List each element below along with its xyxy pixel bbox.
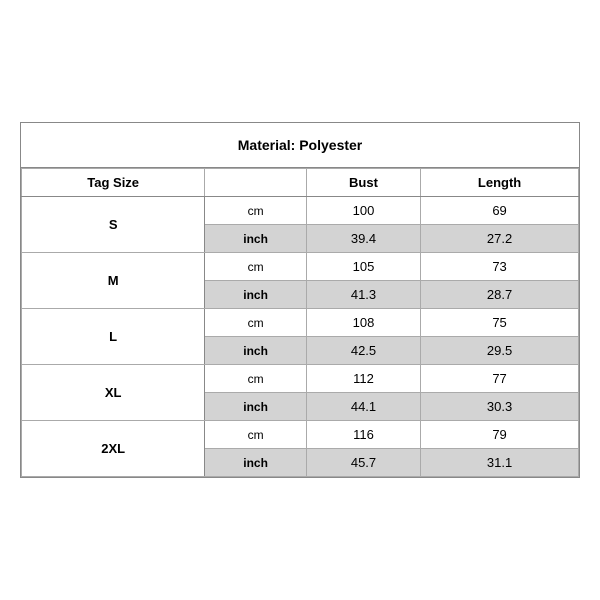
header-tag-size: Tag Size — [22, 169, 205, 197]
tag-size-cell: S — [22, 197, 205, 253]
tag-size-cell: 2XL — [22, 421, 205, 477]
chart-title: Material: Polyester — [21, 123, 579, 168]
bust-cm: 105 — [306, 253, 420, 281]
length-cm: 73 — [421, 253, 579, 281]
bust-inch: 45.7 — [306, 449, 420, 477]
bust-cm: 100 — [306, 197, 420, 225]
bust-inch: 42.5 — [306, 337, 420, 365]
size-table: Tag Size Bust Length Scm10069inch39.427.… — [21, 168, 579, 477]
tag-size-cell: M — [22, 253, 205, 309]
unit-inch: inch — [205, 225, 307, 253]
unit-inch: inch — [205, 449, 307, 477]
unit-inch: inch — [205, 337, 307, 365]
header-length: Length — [421, 169, 579, 197]
tag-size-cell: L — [22, 309, 205, 365]
unit-cm: cm — [205, 365, 307, 393]
header-empty — [205, 169, 307, 197]
length-inch: 31.1 — [421, 449, 579, 477]
length-inch: 30.3 — [421, 393, 579, 421]
bust-inch: 41.3 — [306, 281, 420, 309]
length-cm: 79 — [421, 421, 579, 449]
unit-cm: cm — [205, 421, 307, 449]
unit-inch: inch — [205, 281, 307, 309]
bust-inch: 44.1 — [306, 393, 420, 421]
tag-size-cell: XL — [22, 365, 205, 421]
length-cm: 69 — [421, 197, 579, 225]
size-chart-container: Material: Polyester Tag Size Bust Length… — [20, 122, 580, 478]
length-cm: 75 — [421, 309, 579, 337]
unit-cm: cm — [205, 309, 307, 337]
header-bust: Bust — [306, 169, 420, 197]
bust-cm: 108 — [306, 309, 420, 337]
length-cm: 77 — [421, 365, 579, 393]
length-inch: 29.5 — [421, 337, 579, 365]
length-inch: 27.2 — [421, 225, 579, 253]
unit-inch: inch — [205, 393, 307, 421]
unit-cm: cm — [205, 253, 307, 281]
bust-cm: 116 — [306, 421, 420, 449]
length-inch: 28.7 — [421, 281, 579, 309]
bust-inch: 39.4 — [306, 225, 420, 253]
unit-cm: cm — [205, 197, 307, 225]
bust-cm: 112 — [306, 365, 420, 393]
